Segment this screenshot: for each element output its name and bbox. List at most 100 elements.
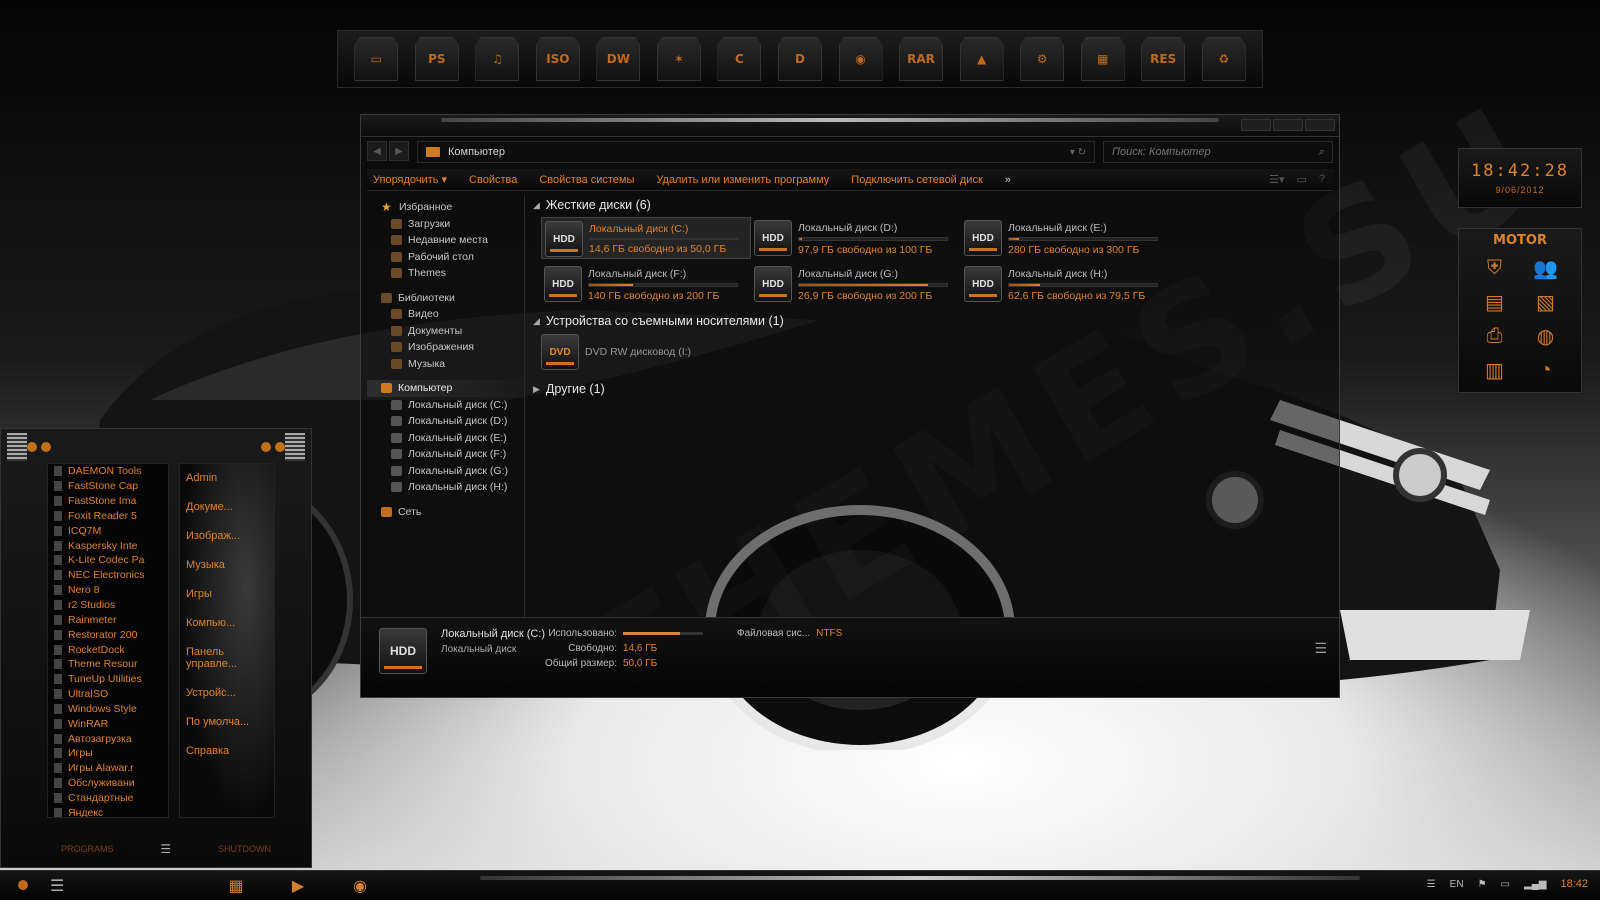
program-item[interactable]: ICQ7M [48,523,168,538]
signal-icon[interactable]: ▂▄▆ [1524,879,1546,890]
program-item[interactable]: Nero 8 [48,583,168,598]
dock-dreamweaver-icon[interactable]: DW [596,37,641,81]
folder-icon[interactable]: ▤ [1478,288,1512,316]
program-item[interactable]: UltraISO [48,687,168,702]
start-link[interactable]: Справка [186,745,268,757]
back-button[interactable]: ◀ [367,141,387,161]
language-indicator[interactable]: EN [1450,879,1464,890]
program-item[interactable]: Яндекс [48,805,168,817]
nav-network[interactable]: Сеть [367,504,524,521]
shutdown-button[interactable]: SHUTDOWN [218,844,271,854]
nav-favorites[interactable]: ★ Избранное [367,199,524,216]
program-item[interactable]: K-Lite Codec Pa [48,553,168,568]
nav-item[interactable]: Локальный диск (F:) [367,446,524,463]
taskbar-clock[interactable]: 18:42 [1560,878,1588,890]
forward-button[interactable]: ▶ [389,141,409,161]
program-item[interactable]: Автозагрузка [48,731,168,746]
archive-icon[interactable]: ▥ [1478,356,1512,384]
more-commands-button[interactable]: » [1005,174,1011,186]
search-box[interactable]: ⌕ [1103,141,1333,163]
program-item[interactable]: Theme Resour [48,657,168,672]
view-options-icon[interactable]: ☰▾ [1269,173,1284,186]
nav-item[interactable]: Документы [367,323,524,340]
program-item[interactable]: Стандартные [48,791,168,806]
details-menu-icon[interactable]: ☰ [1314,640,1327,657]
dock-computer-icon[interactable]: ▭ [354,37,399,81]
network-icon[interactable]: ▭ [1501,879,1510,890]
minimize-button[interactable] [1241,119,1271,131]
start-button[interactable] [18,880,28,890]
properties-button[interactable]: Свойства [469,174,517,186]
search-icon[interactable]: ⌕ [1318,146,1324,159]
dock-drive-d-icon[interactable]: D [777,37,822,81]
action-center-icon[interactable]: ⚑ [1478,879,1487,890]
maximize-button[interactable] [1273,119,1303,131]
group-hard-disks[interactable]: ◢ Жесткие диски (6) [533,195,1331,215]
dvd-drive[interactable]: DVD DVD RW дисковод (I:) [541,333,1331,371]
dock-recycle-icon[interactable]: ♻ [1201,37,1246,81]
drive-tile[interactable]: HDD Локальный диск (H:) 62,6 ГБ свободно и… [961,263,1171,305]
globe-icon[interactable]: ◍ [1529,322,1563,350]
nav-item[interactable]: Музыка [367,356,524,373]
nav-item[interactable]: Локальный диск (G:) [367,463,524,480]
nav-item[interactable]: Изображения [367,339,524,356]
search-input[interactable] [1112,146,1318,158]
map-network-drive-button[interactable]: Подключить сетевой диск [851,174,982,186]
document-icon[interactable]: ▧ [1529,288,1563,316]
program-item[interactable]: Kaspersky Inte [48,538,168,553]
nav-item[interactable]: Локальный диск (E:) [367,430,524,447]
help-icon[interactable]: ? [1319,173,1325,186]
printer-icon[interactable]: ⎙ [1478,322,1512,350]
dock-settings-icon[interactable]: ⚙ [1020,37,1065,81]
program-item[interactable]: Игры Alawar.r [48,761,168,776]
start-link[interactable]: Admin [186,472,268,484]
nav-item[interactable]: Недавние места [367,232,524,249]
menu-icon[interactable]: ☰ [50,876,64,896]
program-item[interactable]: FastStone Cap [48,479,168,494]
shield-icon[interactable]: ⛨ [1478,254,1512,282]
start-link[interactable]: Игры [186,588,268,600]
program-item[interactable]: Restorator 200 [48,627,168,642]
gauge-icon[interactable]: ◔ [1529,356,1563,384]
program-item[interactable]: r2 Studios [48,598,168,613]
clock-gadget[interactable]: 18:42:28 9/06/2012 [1458,148,1582,208]
uninstall-program-button[interactable]: Удалить или изменить программу [656,174,829,186]
drive-tile[interactable]: HDD Локальный диск (D:) 97,9 ГБ свободно и… [751,217,961,259]
media-player-icon[interactable]: ▶ [284,874,312,898]
dock-res-icon[interactable]: RES [1141,37,1186,81]
grip-icon[interactable] [285,433,305,461]
program-item[interactable]: DAEMON Tools [48,464,168,479]
program-item[interactable]: TuneUp Utilities [48,672,168,687]
all-programs-button[interactable]: PROGRAMS [61,844,114,854]
users-icon[interactable]: 👥 [1529,254,1563,282]
program-item[interactable]: RocketDock [48,642,168,657]
drive-tile[interactable]: HDD Локальный диск (C:) 14,6 ГБ свободно и… [541,217,751,259]
start-link[interactable]: Компью... [186,617,268,629]
dock-package-icon[interactable]: ▦ [1080,37,1125,81]
nav-item[interactable]: Локальный диск (C:) [367,397,524,414]
program-item[interactable]: Игры [48,746,168,761]
nav-item[interactable]: Локальный диск (H:) [367,479,524,496]
explorer-titlebar[interactable] [361,115,1339,137]
group-removable[interactable]: ◢ Устройства со съемными носителями (1) [533,311,1331,331]
start-link[interactable]: Устройс... [186,687,268,699]
address-bar[interactable]: Компьютер ▾ ↻ [417,141,1095,163]
program-item[interactable]: NEC Electronics [48,568,168,583]
start-link[interactable]: По умолча... [186,716,268,728]
program-item[interactable]: Foxit Reader 5 [48,509,168,524]
firefox-taskbar-icon[interactable]: ◉ [346,874,374,898]
start-link[interactable]: Музыка [186,559,268,571]
start-link[interactable]: Панель управле... [186,646,268,670]
program-item[interactable]: Rainmeter [48,612,168,627]
dock-vlc-icon[interactable]: ▲ [959,37,1004,81]
nav-item[interactable]: Видео [367,306,524,323]
system-properties-button[interactable]: Свойства системы [539,174,634,186]
start-link[interactable]: Докуме... [186,501,268,513]
start-link[interactable]: Изображ... [186,530,268,542]
dock-iso-icon[interactable]: ISO [535,37,580,81]
program-item[interactable]: Обслуживани [48,776,168,791]
nav-item[interactable]: Загрузки [367,216,524,233]
close-button[interactable] [1305,119,1335,131]
program-item[interactable]: Windows Style [48,702,168,717]
dock-winrar-icon[interactable]: RAR [899,37,944,81]
